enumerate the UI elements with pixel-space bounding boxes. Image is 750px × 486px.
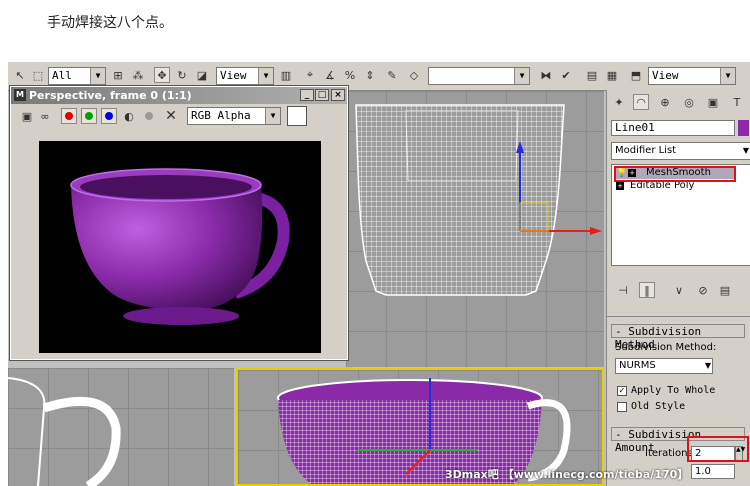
scale-icon[interactable]: ◪ <box>194 67 210 83</box>
maximize-button[interactable]: □ <box>315 89 329 101</box>
select-by-name-icon[interactable]: ⊞ <box>110 67 126 83</box>
selection-filter-dropdown[interactable]: All ▼ <box>48 67 106 85</box>
watermark-text: 3Dmax吧 【www.linecg.com/tieba/170】 <box>445 468 689 481</box>
select-region-icon[interactable]: ⬚ <box>30 67 46 83</box>
named-selection-dropdown[interactable]: ▼ <box>428 67 530 85</box>
select-and-move-icon[interactable]: ⁂ <box>130 67 146 83</box>
chevron-down-icon: ▼ <box>742 146 749 155</box>
color-swatch[interactable] <box>287 106 307 126</box>
display-tab-icon[interactable]: ▣ <box>705 94 721 110</box>
alpha-channel-icon[interactable] <box>141 108 157 124</box>
schematic-view-icon[interactable]: ⬒ <box>628 67 644 83</box>
apply-to-whole-label: Apply To Whole <box>631 385 716 396</box>
selection-filter-value: All <box>52 69 72 82</box>
align-icon[interactable]: ✔ <box>558 67 574 83</box>
mirror-icon[interactable]: ◇ <box>406 67 422 83</box>
spinner-snap-icon[interactable]: ⇕ <box>362 67 378 83</box>
select-object-icon[interactable]: ↖ <box>12 67 28 83</box>
modifier-list-label: Modifier List <box>615 145 677 156</box>
chevron-down-icon: ▼ <box>720 68 735 84</box>
motion-tab-icon[interactable]: ◎ <box>681 94 697 110</box>
object-name-field[interactable]: Line01 <box>611 120 735 136</box>
channel-dropdown[interactable]: RGB Alpha ▼ <box>187 107 281 125</box>
utilities-tab-icon[interactable]: T <box>729 94 745 110</box>
channel-value: RGB Alpha <box>191 109 251 122</box>
smoothness-value: 1.0 <box>695 466 711 477</box>
monochrome-icon[interactable]: ◐ <box>121 108 137 124</box>
curve-editor-icon[interactable]: ▦ <box>604 67 620 83</box>
old-style-label: Old Style <box>631 401 686 412</box>
chevron-down-icon: ▼ <box>514 68 529 84</box>
create-tab-icon[interactable]: ✦ <box>611 94 627 110</box>
clear-icon[interactable]: ✕ <box>163 108 179 124</box>
rollout-minus-icon: - <box>615 325 629 338</box>
save-bitmap-icon[interactable]: ▣ <box>19 108 35 124</box>
chevron-down-icon: ▼ <box>704 361 711 370</box>
smoothness-spinner[interactable]: 1.0 <box>691 464 735 479</box>
move-icon[interactable]: ✥ <box>154 67 170 83</box>
blue-channel-icon[interactable] <box>101 108 117 124</box>
caption-text: 手动焊接这八个点。 <box>47 15 173 31</box>
mirror-tool-icon[interactable]: ⧓ <box>538 67 554 83</box>
render-window-title: Perspective, frame 0 (1:1) <box>29 89 192 102</box>
edit-named-selection-icon[interactable]: ✎ <box>384 67 400 83</box>
rollout-subdivision-method[interactable]: - Subdivision Method <box>611 324 745 351</box>
pivot-icon[interactable]: ▥ <box>278 67 294 83</box>
purple-cup-render <box>70 168 290 325</box>
old-style-checkbox[interactable] <box>617 402 627 412</box>
render-frame-window: M Perspective, frame 0 (1:1) _ □ × ▣ ∞ ◐… <box>9 85 349 361</box>
apply-to-whole-checkbox[interactable]: ✓ <box>617 386 627 396</box>
hierarchy-tab-icon[interactable]: ⊕ <box>657 94 673 110</box>
subdivision-method-label: Subdivision Method: <box>615 342 717 353</box>
divider <box>607 316 750 317</box>
angle-snap-icon[interactable]: ∡ <box>322 67 338 83</box>
render-window-titlebar[interactable]: M Perspective, frame 0 (1:1) _ □ × <box>11 87 347 104</box>
chevron-down-icon: ▼ <box>258 68 273 84</box>
rendered-image <box>39 141 321 353</box>
max-app-window: ↖ ⬚ All ▼ ⊞ ⁂ ✥ ↻ ◪ View ▼ ▥ ⌖ ∡ % ⇕ ✎ ◇ ▼… <box>8 62 750 486</box>
make-unique-icon[interactable]: ∨ <box>671 282 687 298</box>
view-dropdown[interactable]: View ▼ <box>648 67 736 85</box>
cup-wireframe-left <box>8 377 121 486</box>
cup-wireframe-front <box>355 104 602 296</box>
object-color-swatch[interactable] <box>738 120 749 136</box>
pin-stack-icon[interactable]: ⊣ <box>615 282 631 298</box>
view-value: View <box>652 69 679 82</box>
subdivision-method-dropdown[interactable]: NURMS ▼ <box>615 358 713 374</box>
snap-icon[interactable]: ⌖ <box>302 67 318 83</box>
viewport-left[interactable] <box>8 368 234 486</box>
subdivision-method-value: NURMS <box>619 360 656 371</box>
show-end-result-icon[interactable]: ‖ <box>639 282 655 298</box>
command-panel: ✦ ◠ ⊕ ◎ ▣ T Line01 Modifier List ▼ 💡 + Me… <box>606 90 750 486</box>
chevron-down-icon: ▼ <box>90 68 105 84</box>
percent-snap-icon[interactable]: % <box>342 67 358 83</box>
ref-coord-value: View <box>220 69 247 82</box>
red-channel-icon[interactable] <box>61 108 77 124</box>
max-logo-icon: M <box>14 89 26 101</box>
viewport-front[interactable] <box>346 91 604 367</box>
chevron-down-icon: ▼ <box>265 108 280 124</box>
highlight-box <box>614 166 736 182</box>
green-channel-icon[interactable] <box>81 108 97 124</box>
rotate-icon[interactable]: ↻ <box>174 67 190 83</box>
expand-icon[interactable]: + <box>616 182 624 190</box>
clone-render-icon[interactable]: ∞ <box>37 108 53 124</box>
modify-tab-icon[interactable]: ◠ <box>633 94 649 110</box>
modifier-list-dropdown[interactable]: Modifier List ▼ <box>611 142 750 160</box>
remove-modifier-icon[interactable]: ⊘ <box>695 282 711 298</box>
rollout-minus-icon: - <box>615 428 629 441</box>
highlight-box <box>687 436 749 462</box>
minimize-button[interactable]: _ <box>300 89 314 101</box>
close-button[interactable]: × <box>331 89 345 101</box>
ref-coord-dropdown[interactable]: View ▼ <box>216 67 274 85</box>
layer-manager-icon[interactable]: ▤ <box>584 67 600 83</box>
configure-sets-icon[interactable]: ▤ <box>717 282 733 298</box>
